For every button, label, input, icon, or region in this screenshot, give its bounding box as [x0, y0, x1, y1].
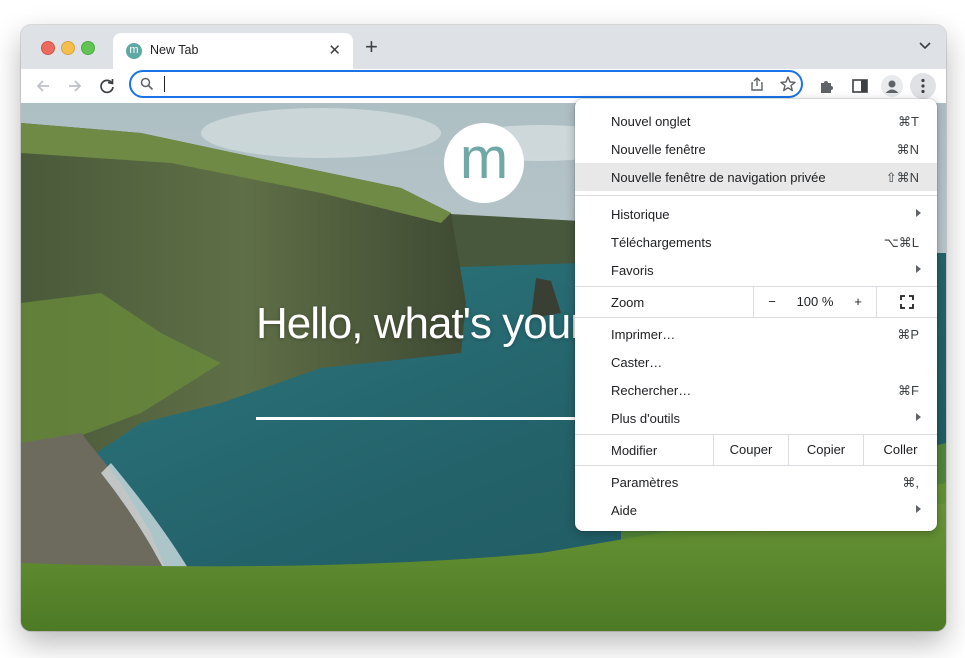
zoom-level: 100 % — [796, 294, 834, 309]
menu-separator — [575, 465, 937, 466]
menu-item-label: Aide — [611, 503, 638, 518]
menu-item-label: Téléchargements — [611, 235, 712, 250]
tab-title: New Tab — [150, 43, 199, 57]
toolbar — [21, 69, 946, 103]
share-icon[interactable] — [749, 76, 765, 92]
menu-item-label: Caster… — [611, 355, 663, 370]
menu-item-label: Plus d'outils — [611, 411, 680, 426]
menu-item-label: Paramètres — [611, 475, 679, 490]
reload-icon[interactable] — [97, 76, 117, 96]
bookmark-star-icon[interactable] — [779, 75, 797, 93]
profile-avatar[interactable] — [881, 75, 903, 97]
menu-item-label: Historique — [611, 207, 670, 222]
forward-arrow-icon[interactable] — [65, 76, 85, 96]
fullscreen-icon — [900, 295, 914, 309]
site-logo: m — [444, 123, 524, 203]
menu-item-bookmarks[interactable]: Favoris — [575, 256, 937, 284]
edit-label: Modifier — [611, 443, 658, 458]
zoom-label: Zoom — [611, 295, 645, 310]
browser-menu: Nouvel onglet ⌘T Nouvelle fenêtre ⌘N Nou… — [575, 99, 937, 531]
tab-strip: m New Tab ✕ + — [21, 25, 946, 69]
menu-item-label: Imprimer… — [611, 327, 676, 342]
submenu-arrow-icon — [916, 413, 921, 421]
fullscreen-button[interactable] — [876, 287, 937, 317]
menu-item-label: Nouvel onglet — [611, 114, 691, 129]
tab-search-chevron-icon[interactable] — [918, 39, 932, 53]
window-maximize-button[interactable] — [81, 41, 95, 55]
submenu-arrow-icon — [916, 265, 921, 273]
copy-button[interactable]: Copier — [788, 435, 863, 465]
edit-row: Modifier Couper Copier Coller — [575, 435, 937, 465]
tab-favicon: m — [126, 43, 142, 59]
more-vert-icon — [921, 78, 925, 94]
menu-item-shortcut: ⌘, — [902, 475, 919, 490]
paste-button[interactable]: Coller — [863, 435, 937, 465]
zoom-in-button[interactable]: + — [840, 287, 876, 317]
menu-item-new-incognito-window[interactable]: Nouvelle fenêtre de navigation privée ⇧⌘… — [575, 163, 937, 191]
menu-item-downloads[interactable]: Téléchargements ⌥⌘L — [575, 228, 937, 256]
menu-item-label: Nouvelle fenêtre — [611, 142, 706, 157]
menu-item-settings[interactable]: Paramètres ⌘, — [575, 468, 937, 496]
menu-separator — [575, 195, 937, 196]
text-caret — [164, 76, 165, 92]
menu-item-new-tab[interactable]: Nouvel onglet ⌘T — [575, 107, 937, 135]
tab-new-tab[interactable]: m New Tab ✕ — [113, 33, 353, 69]
window-minimize-button[interactable] — [61, 41, 75, 55]
submenu-arrow-icon — [916, 209, 921, 217]
menu-item-shortcut: ⌘T — [898, 114, 919, 129]
menu-item-help[interactable]: Aide — [575, 496, 937, 524]
menu-item-shortcut: ⌥⌘L — [883, 235, 919, 250]
menu-item-label: Favoris — [611, 263, 654, 278]
menu-item-shortcut: ⇧⌘N — [885, 170, 919, 185]
address-input[interactable] — [161, 75, 721, 93]
zoom-out-button[interactable]: − — [753, 287, 790, 317]
menu-item-shortcut: ⌘N — [896, 142, 919, 157]
menu-item-history[interactable]: Historique — [575, 200, 937, 228]
menu-item-print[interactable]: Imprimer… ⌘P — [575, 320, 937, 348]
window-close-button[interactable] — [41, 41, 55, 55]
address-bar[interactable] — [129, 70, 803, 98]
menu-separator — [575, 317, 937, 318]
submenu-arrow-icon — [916, 505, 921, 513]
menu-item-more-tools[interactable]: Plus d'outils — [575, 404, 937, 432]
browser-menu-button[interactable] — [910, 73, 936, 99]
search-icon — [140, 77, 154, 91]
name-input-underline[interactable] — [256, 417, 576, 420]
menu-item-label: Nouvelle fenêtre de navigation privée — [611, 170, 826, 185]
new-tab-button[interactable]: + — [365, 36, 378, 58]
back-arrow-icon[interactable] — [33, 76, 53, 96]
greeting-heading: Hello, what's your — [256, 299, 585, 348]
tab-close-icon[interactable]: ✕ — [328, 41, 341, 59]
menu-item-shortcut: ⌘F — [898, 383, 919, 398]
zoom-row: Zoom − 100 % + — [575, 287, 937, 317]
side-panel-icon[interactable] — [851, 77, 869, 95]
person-icon — [885, 80, 899, 93]
menu-item-new-window[interactable]: Nouvelle fenêtre ⌘N — [575, 135, 937, 163]
menu-item-cast[interactable]: Caster… — [575, 348, 937, 376]
extensions-puzzle-icon[interactable] — [818, 77, 836, 95]
menu-item-shortcut: ⌘P — [897, 327, 919, 342]
cut-button[interactable]: Couper — [713, 435, 788, 465]
menu-item-label: Rechercher… — [611, 383, 692, 398]
menu-item-find[interactable]: Rechercher… ⌘F — [575, 376, 937, 404]
